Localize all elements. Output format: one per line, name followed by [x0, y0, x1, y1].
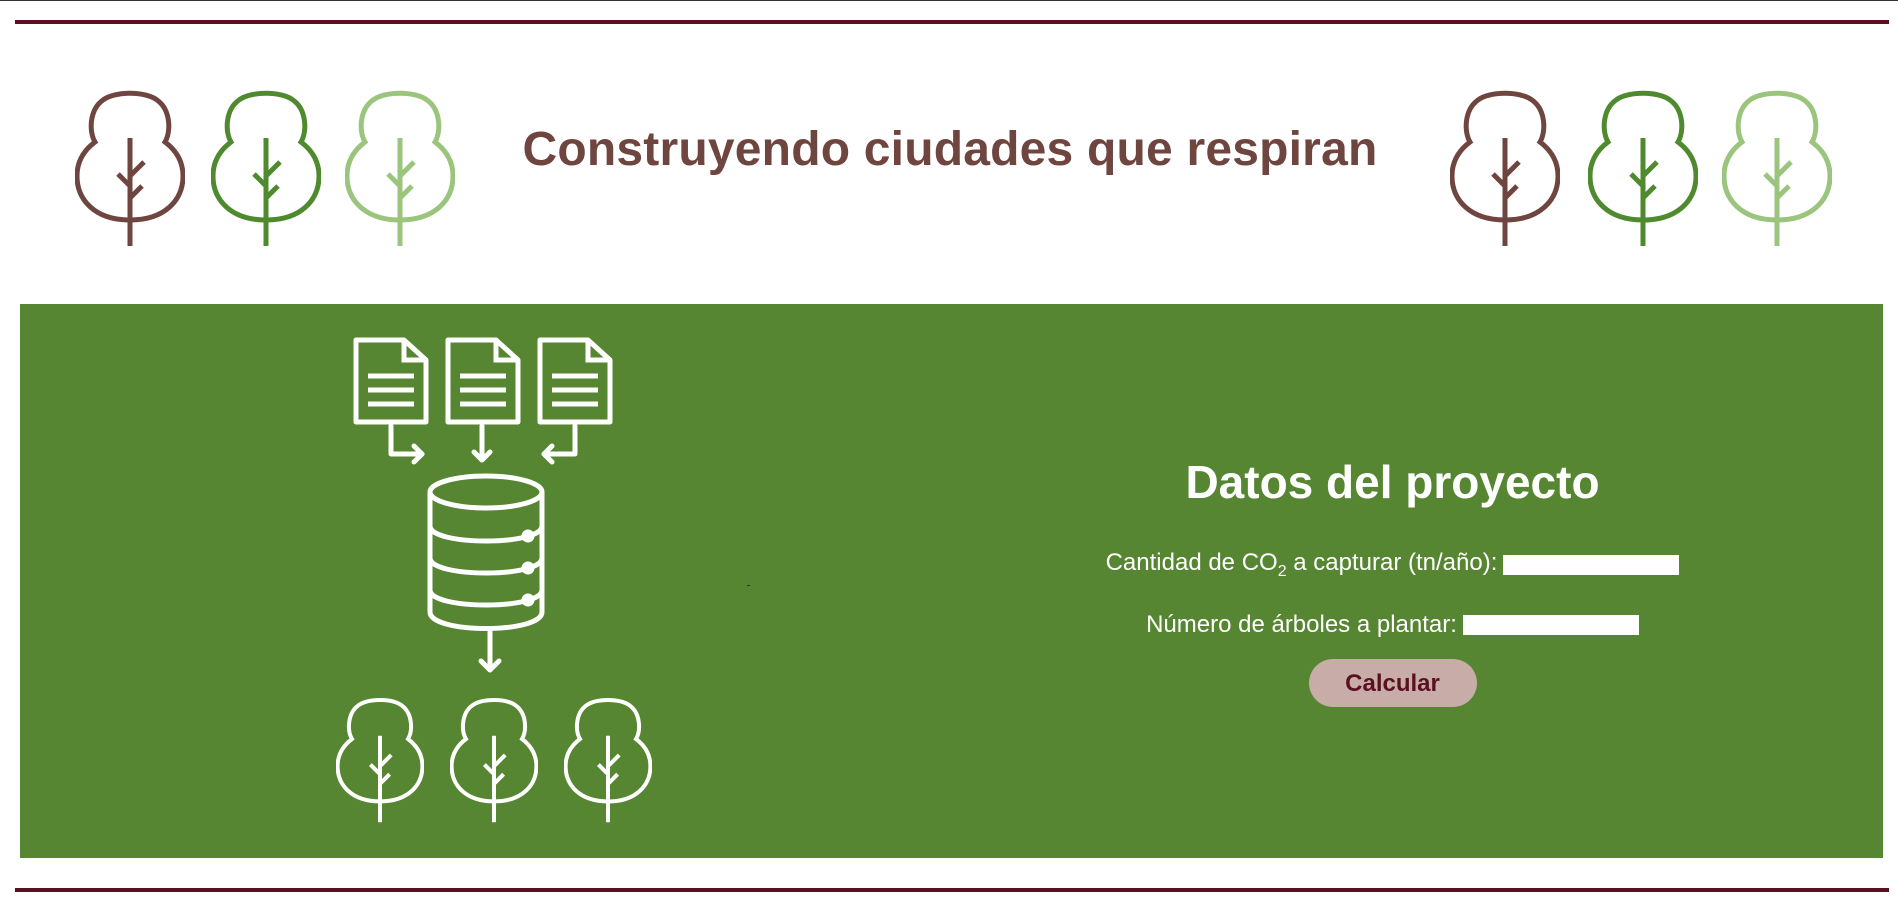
document-icon — [356, 340, 426, 422]
tree-icon — [452, 700, 537, 822]
bottom-divider — [15, 888, 1889, 892]
tree-icon — [345, 88, 455, 246]
tree-icon — [1588, 88, 1698, 246]
document-icon — [448, 340, 518, 422]
calculate-button[interactable]: Calcular — [1308, 659, 1477, 707]
project-form: Datos del proyecto Cantidad de CO2 a cap… — [1050, 455, 1735, 707]
tree-icon — [1450, 88, 1560, 246]
co2-input[interactable] — [1503, 555, 1680, 575]
database-icon — [427, 473, 545, 631]
co2-field-row: Cantidad de CO2 a capturar (tn/año): — [1050, 549, 1735, 581]
stray-mark — [747, 585, 750, 586]
top-divider — [15, 20, 1889, 24]
trees-input[interactable] — [1462, 615, 1639, 635]
tree-icon — [75, 88, 185, 246]
arrow-down-icon — [478, 629, 502, 673]
document-icon — [540, 340, 610, 422]
tree-icon — [338, 700, 423, 822]
page-title: Construyendo ciudades que respiran — [522, 123, 1378, 176]
data-to-trees-illustration — [330, 330, 660, 830]
tree-icon — [211, 88, 321, 246]
trees-field-row: Número de árboles a plantar: — [1050, 611, 1735, 639]
tree-icon — [566, 700, 651, 822]
form-heading: Datos del proyecto — [1185, 456, 1600, 508]
co2-label: Cantidad de CO2 a capturar (tn/año): — [1105, 549, 1498, 580]
tree-icon — [1722, 88, 1832, 246]
arrow-down-icon — [388, 423, 578, 465]
trees-label: Número de árboles a plantar: — [1146, 611, 1457, 638]
window-top-border — [0, 0, 1898, 1]
